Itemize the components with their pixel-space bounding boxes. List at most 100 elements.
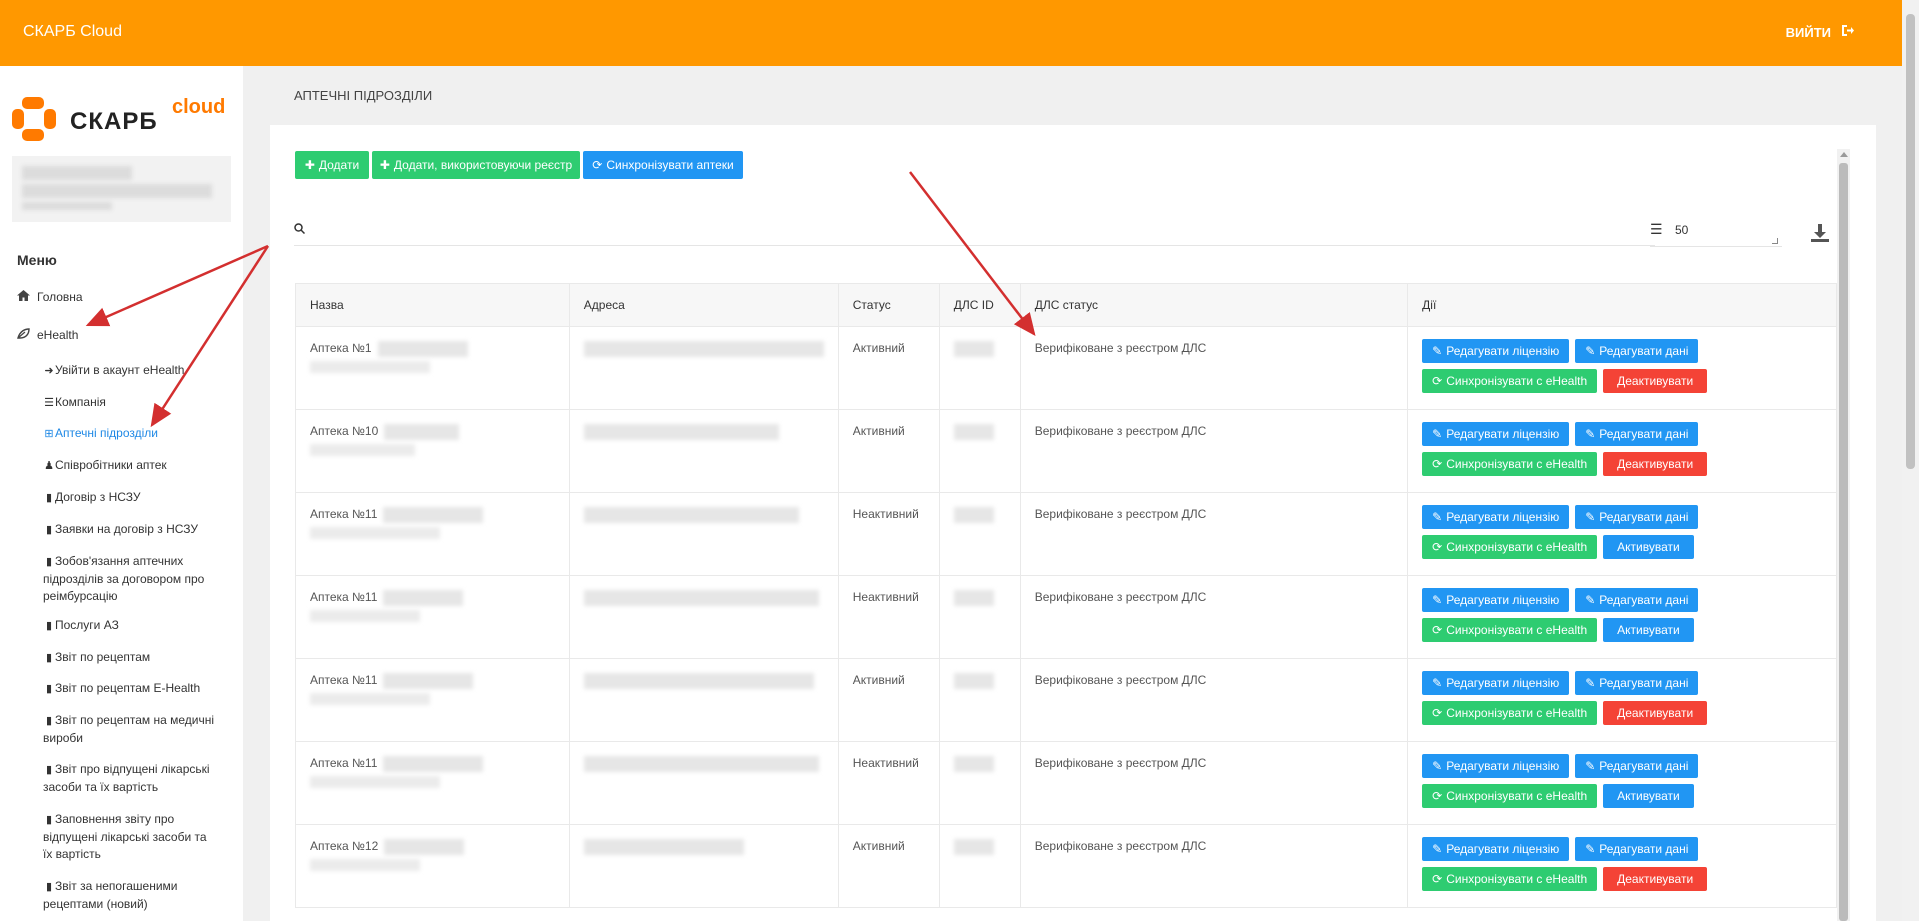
sidebar-item-fill-dispensed-report[interactable]: ▮ Заповнення звіту про відпущені лікарськ… — [43, 811, 218, 863]
table-scrollbar[interactable] — [1837, 149, 1850, 921]
edit-data-button[interactable]: ✎ Редагувати дані — [1575, 422, 1699, 446]
edit-license-button[interactable]: ✎ Редагувати ліцензію — [1422, 754, 1570, 778]
name-redacted — [383, 673, 474, 689]
table-row: Аптека №12 Активний Верифіковане з реєстро… — [295, 824, 1837, 908]
deactivate-button[interactable]: Деактивувати — [1603, 452, 1708, 476]
sidebar-item-prescription-report[interactable]: ▮ Звіт по рецептам — [43, 649, 218, 667]
column-header-status[interactable]: Статус — [837, 283, 940, 327]
cell-dls-status: Верифіковане з реєстром ДЛС — [1019, 575, 1409, 659]
edit-data-button[interactable]: ✎ Редагувати дані — [1575, 505, 1699, 529]
sync-ehealth-button[interactable]: ⟳ Синхронізувати с eHealth — [1422, 369, 1598, 393]
page-scrollbar-thumb[interactable] — [1906, 14, 1915, 469]
cell-dls-status: Верифіковане з реєстром ДЛС — [1019, 492, 1409, 576]
page-size-select[interactable]: ☰ 50 — [1650, 221, 1782, 247]
activate-button[interactable]: Активувати — [1603, 618, 1694, 642]
sidebar-item-reimbursement-obligations[interactable]: ▮ Зобов'язання аптечних підрозділів за до… — [43, 553, 218, 605]
edit-icon: ✎ — [1432, 676, 1443, 690]
edit-data-button[interactable]: ✎ Редагувати дані — [1575, 754, 1699, 778]
sidebar-item-unredeemed-prescriptions[interactable]: ▮ Звіт за непогашеними рецептами (новий) — [43, 878, 218, 913]
name-redacted — [383, 507, 484, 523]
edit-data-button[interactable]: ✎ Редагувати дані — [1575, 588, 1699, 612]
sidebar-item-az-services[interactable]: ▮ Послуги АЗ — [43, 617, 218, 635]
toggle-label: Активувати — [1617, 540, 1680, 554]
page-scrollbar[interactable] — [1902, 0, 1919, 921]
column-header-address[interactable]: Адреса — [568, 283, 839, 327]
user-name-redacted — [22, 166, 132, 180]
sync-ehealth-button[interactable]: ⟳ Синхронізувати с eHealth — [1422, 701, 1598, 725]
sidebar-item-nszu-requests[interactable]: ▮ Заявки на договір з НСЗУ — [43, 521, 218, 539]
edit-data-button[interactable]: ✎ Редагувати дані — [1575, 339, 1699, 363]
edit-license-button[interactable]: ✎ Редагувати ліцензію — [1422, 588, 1570, 612]
sync-ehealth-button[interactable]: ⟳ Синхронізувати с eHealth — [1422, 784, 1598, 808]
edit-license-button[interactable]: ✎ Редагувати ліцензію — [1422, 837, 1570, 861]
refresh-icon: ⟳ — [1432, 457, 1443, 471]
sync-ehealth-label: Синхронізувати с eHealth — [1446, 706, 1588, 720]
cell-name: Аптека №11 — [295, 658, 570, 742]
sidebar-item-ehealth-prescription-report[interactable]: ▮ Звіт по рецептам E-Health — [43, 680, 218, 698]
search-input[interactable] — [310, 217, 1650, 241]
sidebar-item-company[interactable]: ☰Компанія — [43, 394, 218, 412]
sync-ehealth-button[interactable]: ⟳ Синхронізувати с eHealth — [1422, 867, 1598, 891]
activate-button[interactable]: Активувати — [1603, 784, 1694, 808]
cell-address — [568, 326, 839, 410]
table-scrollbar-thumb[interactable] — [1839, 163, 1848, 921]
add-registry-button[interactable]: ✚ Додати, використовуючи реєстр — [372, 151, 580, 179]
edit-license-button[interactable]: ✎ Редагувати ліцензію — [1422, 339, 1570, 363]
sync-pharmacies-button-label: Синхронізувати аптеки — [606, 158, 734, 172]
sync-ehealth-label: Синхронізувати с eHealth — [1446, 374, 1588, 388]
plus-square-icon: ⊞ — [44, 428, 54, 440]
column-header-actions: Дії — [1407, 283, 1837, 327]
edit-data-button[interactable]: ✎ Редагувати дані — [1575, 837, 1699, 861]
cell-status: Неактивний — [837, 575, 940, 659]
edit-data-label: Редагувати дані — [1599, 593, 1689, 607]
logo-word: СКАРБ — [70, 108, 158, 135]
sidebar-item-pharmacy-units[interactable]: ⊞Аптечні підрозділи — [43, 425, 218, 443]
column-header-dls-status[interactable]: ДЛС статус — [1019, 283, 1409, 327]
search-underline — [294, 245, 1655, 246]
sync-ehealth-button[interactable]: ⟳ Синхронізувати с eHealth — [1422, 452, 1598, 476]
column-header-name[interactable]: Назва — [295, 283, 570, 327]
activate-button[interactable]: Активувати — [1603, 535, 1694, 559]
cell-dls-status: Верифіковане з реєстром ДЛС — [1019, 741, 1409, 825]
sidebar-item-ehealth[interactable]: eHealth — [17, 328, 78, 342]
sidebar-item-label: Зобов'язання аптечних підрозділів за дог… — [43, 554, 205, 603]
edit-data-label: Редагувати дані — [1599, 842, 1689, 856]
sidebar-item-home[interactable]: Головна — [17, 290, 83, 304]
edit-license-button[interactable]: ✎ Редагувати ліцензію — [1422, 671, 1570, 695]
cell-actions: ✎ Редагувати ліцензію ✎ Редагувати дані ⟳ Син… — [1407, 326, 1837, 410]
logout-button[interactable]: ВИЙТИ — [1786, 24, 1854, 40]
add-button[interactable]: ✚ Додати — [295, 151, 369, 179]
edit-license-button[interactable]: ✎ Редагувати ліцензію — [1422, 422, 1570, 446]
sidebar-item-pharmacy-staff[interactable]: ♟Співробітники аптек — [43, 457, 218, 475]
deactivate-button[interactable]: Деактивувати — [1603, 867, 1708, 891]
cell-name: Аптека №11 — [295, 492, 570, 576]
scroll-up-arrow-icon[interactable] — [1840, 152, 1848, 157]
column-header-dls-id[interactable]: ДЛС ID — [938, 283, 1021, 327]
sidebar-item-nszu-contract[interactable]: ▮ Договір з НСЗУ — [43, 489, 218, 507]
page-title: АПТЕЧНІ ПІДРОЗДІЛИ — [294, 88, 433, 103]
cell-address — [568, 741, 839, 825]
sidebar-item-medical-devices-report[interactable]: ▮ Звіт по рецептам на медичні вироби — [43, 712, 218, 747]
cell-name: Аптека №12 — [295, 824, 570, 908]
sync-ehealth-button[interactable]: ⟳ Синхронізувати с eHealth — [1422, 535, 1598, 559]
add-registry-button-label: Додати, використовуючи реєстр — [393, 158, 573, 172]
edit-license-button[interactable]: ✎ Редагувати ліцензію — [1422, 505, 1570, 529]
edit-data-button[interactable]: ✎ Редагувати дані — [1575, 671, 1699, 695]
address-redacted — [583, 424, 779, 440]
file-icon: ▮ — [45, 556, 53, 568]
cell-actions: ✎ Редагувати ліцензію ✎ Редагувати дані ⟳ Син… — [1407, 741, 1837, 825]
deactivate-button[interactable]: Деактивувати — [1603, 369, 1708, 393]
deactivate-button[interactable]: Деактивувати — [1603, 701, 1708, 725]
toggle-label: Активувати — [1617, 789, 1680, 803]
sync-pharmacies-button[interactable]: ⟳ Синхронізувати аптеки — [583, 151, 743, 179]
sync-ehealth-button[interactable]: ⟳ Синхронізувати с eHealth — [1422, 618, 1598, 642]
sidebar-item-ehealth-login[interactable]: ➜Увійти в акаунт eHealth — [43, 362, 218, 380]
sidebar-item-dispensed-drugs-report[interactable]: ▮ Звіт про відпущені лікарські засоби та … — [43, 761, 218, 796]
cell-dls-status: Верифіковане з реєстром ДЛС — [1019, 824, 1409, 908]
skarb-logo: СКАРБ cloud — [12, 92, 237, 142]
file-icon: ▮ — [45, 620, 53, 632]
plus-icon: ✚ — [304, 158, 315, 172]
download-icon[interactable] — [1810, 223, 1830, 248]
cell-name: Аптека №1 — [295, 326, 570, 410]
refresh-icon: ⟳ — [1432, 540, 1443, 554]
